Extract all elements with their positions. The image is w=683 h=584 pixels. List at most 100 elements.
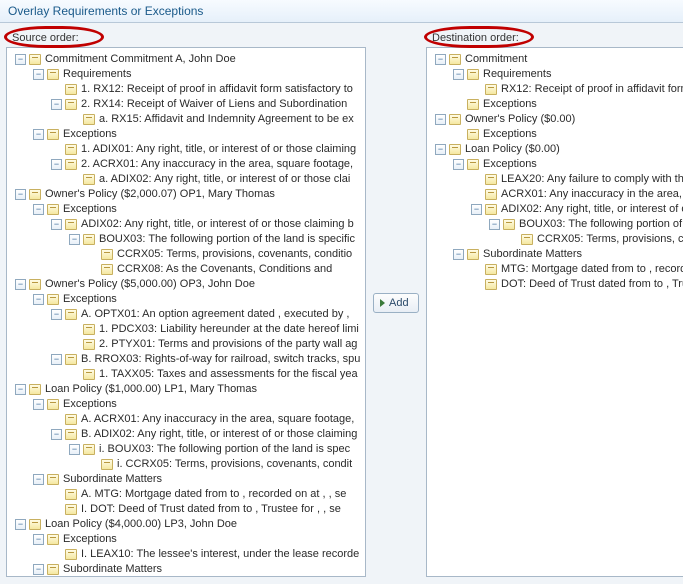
tree-node[interactable]: − Loan Policy ($0.00) [427,142,683,157]
tree-node[interactable]: −ADIX02: Any right, title, or interest o… [7,217,365,232]
tree-node-label: Loan Policy ($0.00) [465,142,683,157]
document-icon [65,489,77,500]
destination-tree-box[interactable]: −Commitment−RequirementsRX12: Receipt of… [426,47,683,577]
collapse-icon[interactable]: − [15,519,26,530]
tree-node-label: Owner's Policy ($5,000.00) OP3, John Doe [45,277,365,292]
collapse-icon[interactable]: − [453,249,464,260]
collapse-icon[interactable]: − [33,534,44,545]
tree-node[interactable]: −Loan Policy ($1,000.00) LP1, Mary Thoma… [7,382,365,397]
tree-node[interactable]: −Commitment Commitment A, John Doe [7,52,365,67]
tree-node-label: ADIX02: Any right, title, or interest of… [501,202,683,217]
collapse-icon[interactable]: − [489,219,500,230]
tree-node[interactable]: Exceptions [427,127,683,142]
tree-node[interactable]: CCRX08: As the Covenants, Conditions and [7,262,365,277]
collapse-icon[interactable]: − [15,54,26,65]
tree-node[interactable]: −2. RX14: Receipt of Waiver of Liens and… [7,97,365,112]
collapse-icon[interactable]: − [453,159,464,170]
collapse-icon[interactable]: − [435,54,446,65]
tree-node[interactable]: −Exceptions [427,157,683,172]
tree-node[interactable]: −Exceptions [7,397,365,412]
source-panel: Source order: −Commitment Commitment A, … [6,29,366,577]
tree-node[interactable]: 2. PTYX01: Terms and provisions of the p… [7,337,365,352]
tree-node[interactable]: DOT: Deed of Trust dated from to , Trus [427,277,683,292]
collapse-icon[interactable]: − [51,354,62,365]
destination-tree[interactable]: −Commitment−RequirementsRX12: Receipt of… [427,52,683,292]
collapse-icon[interactable]: − [33,204,44,215]
tree-node[interactable]: CCRX05: Terms, provisions, covenan [427,232,683,247]
tree-node[interactable]: A. MTG: Mortgage dated from to , recorde… [7,487,365,502]
collapse-icon[interactable]: − [51,99,62,110]
tree-node[interactable]: − ADIX02: Any right, title, or interest o… [427,202,683,217]
tree-node[interactable]: ACRX01: Any inaccuracy in the area, squa… [427,187,683,202]
tree-node-label: ACRX01: Any inaccuracy in the area, squa… [501,187,683,202]
document-icon [65,414,77,425]
tree-node[interactable]: −Owner's Policy ($0.00) [427,112,683,127]
tree-node[interactable]: −Loan Policy ($4,000.00) LP3, John Doe [7,517,365,532]
tree-node[interactable]: CCRX05: Terms, provisions, covenants, co… [7,247,365,262]
tree-node[interactable]: MTG: Mortgage dated from to , recorded o… [427,262,683,277]
collapse-icon[interactable]: − [51,159,62,170]
collapse-icon[interactable]: − [51,309,62,320]
collapse-icon[interactable]: − [453,69,464,80]
tree-node[interactable]: −Commitment [427,52,683,67]
collapse-icon[interactable]: − [15,189,26,200]
tree-node[interactable]: −Owner's Policy ($2,000.07) OP1, Mary Th… [7,187,365,202]
tree-node[interactable]: −Requirements [427,67,683,82]
collapse-icon[interactable]: − [69,444,80,455]
tree-node[interactable]: −Subordinate Matters [7,472,365,487]
tree-node-label: A. OPTX01: An option agreement dated , e… [81,307,365,322]
tree-node[interactable]: − Owner's Policy ($5,000.00) OP3, John Do… [7,277,365,292]
tree-node[interactable]: −Subordinate Matters [7,562,365,577]
add-button[interactable]: Add [373,293,419,313]
tree-node[interactable]: a. RX15: Affidavit and Indemnity Agreeme… [7,112,365,127]
tree-node[interactable]: 1. PDCX03: Liability hereunder at the da… [7,322,365,337]
collapse-icon[interactable]: − [435,114,446,125]
tree-node[interactable]: Exceptions [427,97,683,112]
collapse-icon[interactable]: − [33,399,44,410]
tree-node[interactable]: I. LEAX10: The lessee's interest, under … [7,547,365,562]
tree-node-label: 1. TAXX05: Taxes and assessments for the… [99,367,365,382]
tree-node[interactable]: −Exceptions [7,532,365,547]
collapse-icon[interactable]: − [435,144,446,155]
document-icon [83,339,95,350]
document-icon [101,459,113,470]
tree-node[interactable]: A. ACRX01: Any inaccuracy in the area, s… [7,412,365,427]
collapse-icon[interactable]: − [33,294,44,305]
tree-node[interactable]: I. DOT: Deed of Trust dated from to , Tr… [7,502,365,517]
collapse-icon[interactable]: − [33,129,44,140]
collapse-icon[interactable]: − [15,279,26,290]
tree-node[interactable]: − BOUX03: The following portion of the la… [7,232,365,247]
tree-node[interactable]: −2. ACRX01: Any inaccuracy in the area, … [7,157,365,172]
collapse-icon[interactable]: − [33,474,44,485]
tree-node[interactable]: −Exceptions [7,202,365,217]
tree-node[interactable]: 1. RX12: Receipt of proof in affidavit f… [7,82,365,97]
collapse-icon[interactable]: − [471,204,482,215]
tree-node[interactable]: i. CCRX05: Terms, provisions, covenants,… [7,457,365,472]
tree-node[interactable]: −Subordinate Matters [427,247,683,262]
collapse-icon[interactable]: − [33,564,44,575]
collapse-icon[interactable]: − [51,429,62,440]
collapse-icon[interactable]: − [69,234,80,245]
tree-node[interactable]: LEAX20: Any failure to comply with the t… [427,172,683,187]
tree-node[interactable]: −B. ADIX02: Any right, title, or interes… [7,427,365,442]
source-tree-box[interactable]: −Commitment Commitment A, John Doe−Requi… [6,47,366,577]
tree-node[interactable]: − Exceptions [7,127,365,142]
tree-node[interactable]: − i. BOUX03: The following portion of the… [7,442,365,457]
collapse-icon[interactable]: − [15,384,26,395]
tree-node[interactable]: 1. TAXX05: Taxes and assessments for the… [7,367,365,382]
tree-node-label: Exceptions [63,127,365,142]
tree-node-label: i. BOUX03: The following portion of the … [99,442,365,457]
collapse-icon[interactable]: − [51,219,62,230]
source-tree[interactable]: −Commitment Commitment A, John Doe−Requi… [7,52,365,577]
tree-node[interactable]: 1. ADIX01: Any right, title, or interest… [7,142,365,157]
tree-node[interactable]: −Requirements [7,67,365,82]
tree-node-label: BOUX03: The following portion of the lan… [99,232,365,247]
tree-node[interactable]: −Exceptions [7,292,365,307]
collapse-icon[interactable]: − [33,69,44,80]
document-icon [47,564,59,575]
tree-node[interactable]: RX12: Receipt of proof in affidavit form… [427,82,683,97]
tree-node[interactable]: − A. OPTX01: An option agreement dated , … [7,307,365,322]
tree-node[interactable]: a. ADIX02: Any right, title, or interest… [7,172,365,187]
tree-node[interactable]: −B. RROX03: Rights-of-way for railroad, … [7,352,365,367]
tree-node[interactable]: −BOUX03: The following portion of the la… [427,217,683,232]
